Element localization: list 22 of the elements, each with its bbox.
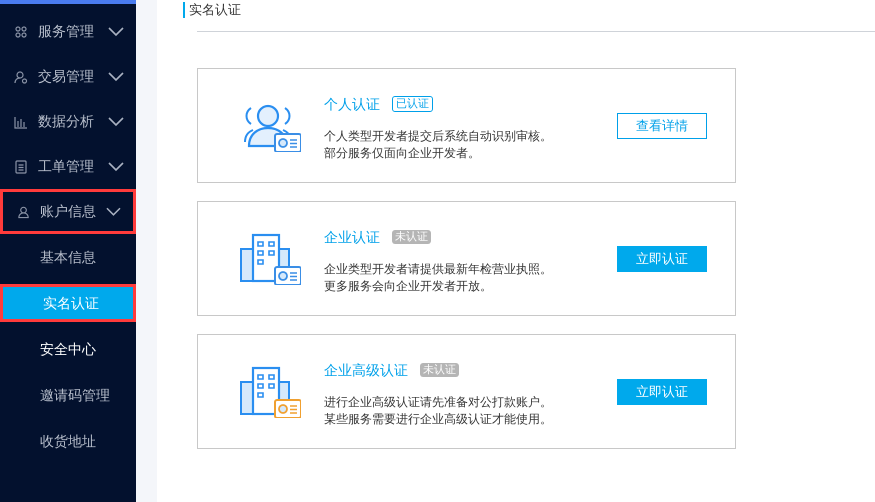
status-badge: 已认证	[392, 96, 433, 112]
submenu-item[interactable]: 基本信息	[0, 238, 136, 276]
page-title: 实名认证	[183, 2, 241, 18]
sidebar-item[interactable]: 账户信息	[0, 189, 136, 234]
card-description: 某些服务需要进行企业高级认证才能使用。	[324, 410, 553, 428]
sidebar-item[interactable]: 服务管理	[0, 9, 136, 54]
submenu-item[interactable]: 收货地址	[0, 422, 136, 460]
card-description: 更多服务会向企业开发者开放。	[324, 278, 493, 294]
card-description: 企业类型开发者请提供最新年检营业执照。	[324, 260, 553, 278]
sidebar-item[interactable]: 工单管理	[0, 144, 136, 189]
card-description: 个人类型开发者提交后系统自动识别审核。	[324, 128, 553, 144]
submenu-item[interactable]: 安全中心	[0, 330, 136, 368]
card-description: 部分服务仅面向企业开发者。	[324, 144, 481, 162]
sidebar-item[interactable]: 数据分析	[0, 99, 136, 144]
card-title: 企业高级认证	[324, 360, 408, 380]
status-badge: 未认证	[420, 363, 459, 377]
card-title: 个人认证	[324, 94, 380, 114]
card-title: 企业认证	[324, 228, 380, 246]
card-description: 进行企业高级认证请先准备对公打款账户。	[324, 394, 553, 410]
sidebar-item[interactable]: 交易管理	[0, 54, 136, 99]
status-badge: 未认证	[392, 230, 431, 244]
submenu-item[interactable]: 邀请码管理	[0, 376, 136, 414]
